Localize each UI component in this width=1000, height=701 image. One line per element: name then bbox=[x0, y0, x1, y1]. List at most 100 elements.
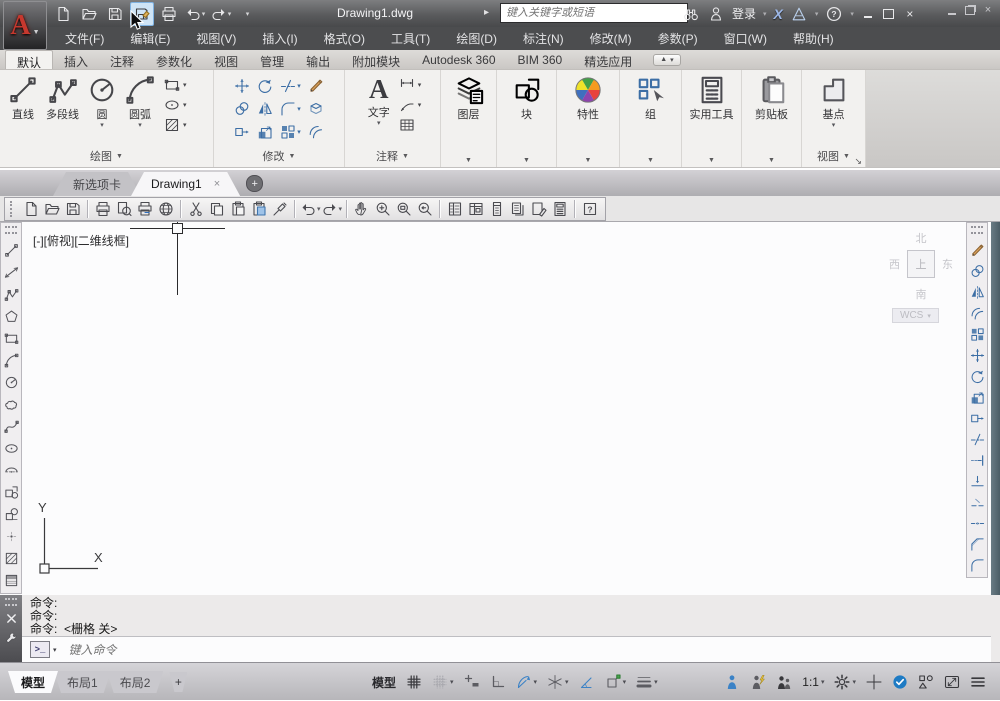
ribbon-tab[interactable]: 插入 bbox=[53, 50, 99, 69]
panel-label-utilities[interactable]: ▼ bbox=[682, 157, 741, 164]
hatch-button[interactable] bbox=[3, 551, 19, 566]
toolbar-grip[interactable] bbox=[10, 201, 16, 217]
polyline-button[interactable] bbox=[3, 287, 19, 302]
command-close-button[interactable] bbox=[5, 612, 18, 625]
workspace-switching-button[interactable]: ▾ bbox=[832, 672, 858, 692]
layout1-tab[interactable]: 布局1 bbox=[54, 671, 111, 693]
rectangle-button[interactable]: ▾ bbox=[164, 77, 187, 93]
title-overflow-arrow[interactable]: ▸ bbox=[484, 7, 489, 18]
tab-close-icon[interactable]: × bbox=[214, 178, 220, 190]
sheetset-button[interactable] bbox=[508, 199, 528, 219]
user-icon[interactable] bbox=[707, 5, 725, 23]
properties-button[interactable]: 特性 bbox=[569, 73, 607, 124]
redo-button[interactable]: ▾ bbox=[322, 199, 342, 219]
ribbon-tab[interactable]: 输出 bbox=[295, 50, 341, 69]
scale-button[interactable] bbox=[257, 124, 273, 140]
mirror-button[interactable] bbox=[969, 285, 985, 300]
viewcube-north[interactable]: 北 bbox=[880, 230, 962, 245]
command-prompt-menu-button[interactable]: >_ ▾ bbox=[30, 641, 57, 658]
copy-button[interactable] bbox=[969, 264, 985, 279]
menu-item[interactable]: 标注(N) bbox=[510, 26, 577, 51]
rotate-button[interactable] bbox=[969, 369, 985, 384]
customization-menu-button[interactable] bbox=[968, 672, 988, 692]
gradient-button[interactable] bbox=[3, 573, 19, 588]
circle-button[interactable]: 圆 ▾ bbox=[83, 73, 121, 130]
drawing-canvas[interactable]: [-][俯视][二维线框] 北 西 上 东 南 WCS ▾ Y X bbox=[0, 222, 1000, 662]
viewport-controls[interactable]: [-][俯视][二维线框] bbox=[33, 232, 129, 249]
cut-button[interactable] bbox=[186, 199, 206, 219]
copy-button[interactable] bbox=[234, 101, 250, 117]
menu-item[interactable]: 窗口(W) bbox=[711, 26, 780, 51]
qat-redo-button[interactable]: ▾ bbox=[210, 3, 232, 25]
fillet-button[interactable] bbox=[969, 558, 985, 573]
menu-item[interactable]: 修改(M) bbox=[577, 26, 645, 51]
insblock-button[interactable] bbox=[3, 485, 19, 500]
annotation-scale-button[interactable]: 1:1 ▾ bbox=[800, 673, 826, 691]
preview-button[interactable] bbox=[114, 199, 134, 219]
doc-restore-button[interactable] bbox=[964, 4, 976, 16]
panel-label-groups[interactable]: ▼ bbox=[620, 157, 681, 164]
qat-undo-button[interactable]: ▾ bbox=[184, 3, 206, 25]
exchange-apps-icon[interactable]: X bbox=[774, 6, 783, 22]
ribbon-tab[interactable]: 视图 bbox=[203, 50, 249, 69]
viewcube-south[interactable]: 南 bbox=[880, 286, 962, 302]
extend-button[interactable] bbox=[969, 453, 985, 468]
toolbar-grip[interactable] bbox=[5, 226, 17, 234]
point-button[interactable] bbox=[3, 529, 19, 544]
new-button[interactable] bbox=[21, 199, 41, 219]
mirror-button[interactable] bbox=[257, 101, 273, 117]
search-input[interactable] bbox=[500, 3, 688, 23]
offset-button[interactable] bbox=[308, 124, 324, 140]
block-button[interactable]: 块 bbox=[508, 73, 546, 124]
viewcube-top[interactable]: 上 bbox=[907, 250, 935, 278]
clean-screen-button[interactable] bbox=[942, 672, 962, 692]
ui-lock-toggle[interactable] bbox=[864, 672, 884, 692]
ribbon-tab[interactable]: 精选应用 bbox=[573, 50, 643, 69]
plot-button[interactable] bbox=[135, 199, 155, 219]
explode-button[interactable] bbox=[308, 101, 324, 117]
mkblock-button[interactable] bbox=[3, 507, 19, 522]
command-window-grip[interactable] bbox=[5, 598, 17, 606]
annotation-autoscale-to​ggle[interactable] bbox=[748, 672, 768, 692]
menu-item[interactable]: 帮助(H) bbox=[780, 26, 847, 51]
layers-button[interactable]: 图层 bbox=[450, 73, 488, 124]
panel-label-draw[interactable]: 绘图 ▼ bbox=[0, 148, 213, 164]
trim-button[interactable]: ▾ bbox=[280, 78, 301, 94]
command-input[interactable] bbox=[66, 641, 371, 658]
circle-button[interactable] bbox=[3, 375, 19, 390]
isometric-drafting-toggle[interactable]: ▾ bbox=[545, 672, 571, 692]
clipboard-button[interactable]: 剪贴板 bbox=[751, 73, 792, 124]
isolate-objects-button[interactable] bbox=[916, 672, 936, 692]
help-button[interactable]: ? bbox=[580, 199, 600, 219]
snap-mode-toggle[interactable]: ▾ bbox=[430, 672, 456, 692]
ribbon-tab[interactable]: 附加模块 bbox=[341, 50, 411, 69]
ribbon-tab[interactable]: 注释 bbox=[99, 50, 145, 69]
panel-label-annotate[interactable]: 注释 ▼ bbox=[345, 148, 440, 164]
layout2-tab[interactable]: 布局2 bbox=[107, 671, 164, 693]
ribbon-tab[interactable]: Autodesk 360 bbox=[411, 50, 506, 69]
panel-label-layers[interactable]: ▼ bbox=[441, 157, 496, 164]
ellipse-button[interactable]: ▾ bbox=[164, 97, 187, 113]
qat-plot-button[interactable] bbox=[158, 3, 180, 25]
panel-label-modify[interactable]: 修改 ▼ bbox=[214, 148, 344, 164]
menu-item[interactable]: 插入(I) bbox=[249, 26, 310, 51]
ortho-mode-toggle[interactable] bbox=[488, 672, 508, 692]
pan-button[interactable] bbox=[352, 199, 372, 219]
polyline-button[interactable]: 多段线 bbox=[42, 73, 83, 130]
qat-new-button[interactable] bbox=[52, 3, 74, 25]
arc-button[interactable] bbox=[3, 353, 19, 368]
polygon-button[interactable] bbox=[3, 309, 19, 324]
menu-item[interactable]: 参数(P) bbox=[645, 26, 711, 51]
utilities-button[interactable]: 实用工具 bbox=[686, 73, 738, 124]
panel-label-block[interactable]: ▼ bbox=[497, 157, 556, 164]
close-button[interactable]: × bbox=[903, 6, 917, 22]
new-drawing-button[interactable]: + bbox=[246, 175, 264, 192]
qat-open-button[interactable] bbox=[78, 3, 100, 25]
dimension-button[interactable]: ▾ bbox=[399, 77, 421, 93]
spline-button[interactable] bbox=[3, 419, 19, 434]
hatch-button[interactable]: ▾ bbox=[164, 117, 187, 133]
open-button[interactable] bbox=[42, 199, 62, 219]
application-menu-button[interactable]: A ▼ bbox=[3, 1, 47, 50]
ribbon-minimize-button[interactable]: ▲ ▾ bbox=[653, 53, 681, 66]
ribbon-tab[interactable]: 管理 bbox=[249, 50, 295, 69]
